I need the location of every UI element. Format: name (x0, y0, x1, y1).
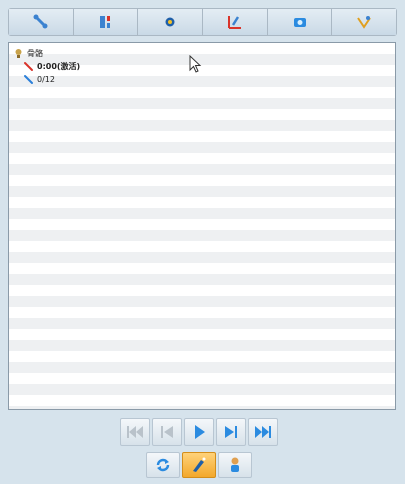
hierarchy-panel[interactable]: 骨骼 0:00(激活) 0/12 (8, 42, 396, 410)
tool-button-layout[interactable] (73, 9, 139, 35)
layout-icon (99, 16, 110, 28)
tool-button-bone[interactable] (9, 9, 74, 35)
character-icon (231, 457, 239, 472)
tree-root[interactable]: 骨骼 (13, 47, 80, 60)
next-frame-icon (225, 426, 237, 438)
playback-controls (120, 418, 280, 446)
last-frame-icon (255, 426, 271, 438)
last-frame-button[interactable] (248, 418, 278, 446)
gear-dot-icon (165, 17, 175, 27)
tree-item[interactable]: 0/12 (13, 73, 80, 86)
camera-icon (293, 18, 306, 27)
tool-button-chart[interactable] (203, 9, 268, 35)
tree: 骨骼 0:00(激活) 0/12 (13, 47, 80, 86)
loop-icon (156, 458, 170, 472)
mode-buttons (146, 452, 254, 480)
chart-pen-icon (227, 16, 241, 29)
draw-tool-icon (193, 457, 206, 472)
tool-button-pattern[interactable] (332, 9, 397, 35)
bone-blue-icon (24, 75, 33, 84)
prev-frame-icon (161, 426, 173, 438)
bone-red-icon (24, 62, 33, 71)
tree-item-active[interactable]: 0:00(激活) (13, 60, 80, 73)
top-toolbar (8, 8, 397, 36)
pattern-edit-icon (357, 16, 372, 29)
tree-item-label: 0:00(激活) (37, 62, 81, 71)
skeleton-icon (15, 49, 22, 58)
next-frame-button[interactable] (216, 418, 246, 446)
play-button[interactable] (184, 418, 214, 446)
character-button[interactable] (218, 452, 252, 478)
first-frame-button[interactable] (120, 418, 150, 446)
draw-tool-button[interactable] (182, 452, 216, 478)
bone-icon (33, 14, 48, 29)
tree-item-label: 0/12 (37, 75, 55, 84)
prev-frame-button[interactable] (152, 418, 182, 446)
loop-button[interactable] (146, 452, 180, 478)
tool-button-settings[interactable] (138, 9, 204, 35)
tree-root-label: 骨骼 (27, 49, 43, 58)
mouse-cursor-icon (189, 55, 202, 73)
first-frame-icon (127, 426, 143, 438)
tool-button-camera[interactable] (267, 9, 333, 35)
play-icon (195, 425, 205, 439)
